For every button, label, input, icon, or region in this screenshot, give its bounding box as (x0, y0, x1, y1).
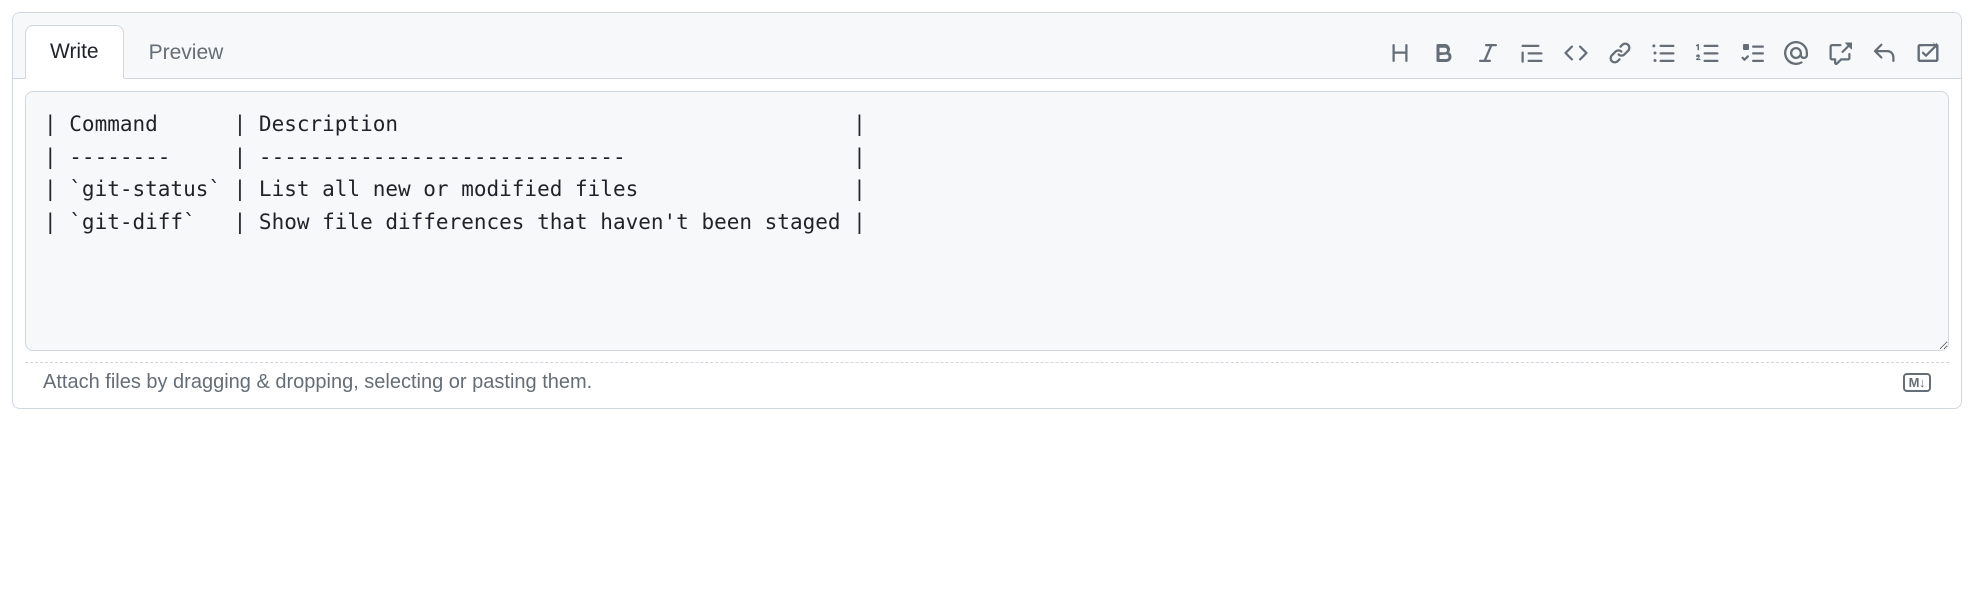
code-icon (1564, 41, 1588, 65)
ordered-list-button[interactable] (1695, 40, 1721, 66)
italic-icon (1476, 41, 1500, 65)
markdown-editor: Write Preview (12, 12, 1962, 409)
bold-icon (1432, 41, 1456, 65)
bold-button[interactable] (1431, 40, 1457, 66)
suggestion-icon (1916, 41, 1940, 65)
heading-icon (1388, 41, 1412, 65)
quote-button[interactable] (1519, 40, 1545, 66)
markdown-help-badge[interactable]: M↓ (1903, 373, 1931, 393)
task-list-icon (1740, 41, 1764, 65)
editor-header: Write Preview (13, 13, 1961, 79)
tab-write[interactable]: Write (25, 25, 124, 79)
mention-button[interactable] (1783, 40, 1809, 66)
editor-footer: Attach files by dragging & dropping, sel… (25, 362, 1949, 408)
task-list-button[interactable] (1739, 40, 1765, 66)
reply-button[interactable] (1871, 40, 1897, 66)
attach-files-hint[interactable]: Attach files by dragging & dropping, sel… (43, 371, 592, 394)
link-icon (1608, 41, 1632, 65)
cross-reference-button[interactable] (1827, 40, 1853, 66)
editor-tabs: Write Preview (13, 13, 248, 78)
ordered-list-icon (1696, 41, 1720, 65)
italic-button[interactable] (1475, 40, 1501, 66)
formatting-toolbar (1387, 28, 1949, 78)
unordered-list-icon (1652, 41, 1676, 65)
reply-icon (1872, 41, 1896, 65)
link-button[interactable] (1607, 40, 1633, 66)
mention-icon (1784, 41, 1808, 65)
editor-body (13, 79, 1961, 368)
suggestion-button[interactable] (1915, 40, 1941, 66)
cross-reference-icon (1828, 41, 1852, 65)
markdown-textarea[interactable] (25, 91, 1949, 351)
quote-icon (1520, 41, 1544, 65)
tab-preview[interactable]: Preview (124, 26, 249, 79)
heading-button[interactable] (1387, 40, 1413, 66)
unordered-list-button[interactable] (1651, 40, 1677, 66)
code-button[interactable] (1563, 40, 1589, 66)
